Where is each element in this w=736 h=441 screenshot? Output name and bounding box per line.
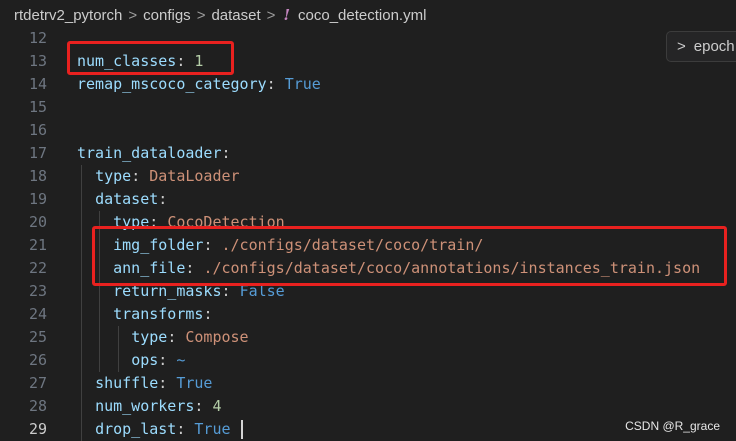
- breadcrumb: rtdetrv2_pytorch > configs > dataset > !…: [0, 0, 736, 30]
- code-token: transforms: [113, 305, 204, 323]
- code-text: shuffle: True: [77, 372, 212, 395]
- code-token: :: [158, 374, 177, 392]
- code-token: dataset: [95, 190, 159, 208]
- code-line[interactable]: 14 remap_mscoco_category: True: [0, 73, 736, 96]
- code-line[interactable]: 16: [0, 119, 736, 142]
- code-token: :: [203, 305, 213, 323]
- code-token: Compose: [185, 328, 249, 346]
- code-token: True: [176, 374, 213, 392]
- line-number: 25: [28, 328, 47, 346]
- indent-guide: [118, 326, 119, 372]
- line-number: 26: [28, 351, 47, 369]
- code-token: drop_last: [95, 420, 177, 438]
- chevron-right-icon: >: [196, 6, 206, 24]
- chevron-right-icon[interactable]: >: [677, 38, 686, 55]
- code-token: :: [158, 190, 168, 208]
- code-text: ops: ~: [77, 349, 185, 372]
- line-number: 15: [28, 98, 47, 116]
- code-text: dataset:: [77, 188, 167, 211]
- sticky-scroll-label: epoch: [693, 38, 735, 55]
- line-number: 21: [28, 236, 47, 254]
- code-text: remap_mscoco_category: True: [77, 73, 321, 96]
- line-number: 23: [28, 282, 47, 300]
- code-token: :: [158, 351, 177, 369]
- code-line[interactable]: 26 ops: ~: [0, 349, 736, 372]
- code-token: :: [266, 75, 285, 93]
- highlight-box-num-classes: [67, 41, 234, 75]
- code-text: type: Compose: [77, 326, 249, 349]
- code-editor[interactable]: 12 13 num_classes: 1 14 remap_mscoco_categor…: [0, 27, 736, 441]
- line-number: 16: [28, 121, 47, 139]
- line-number: 14: [28, 75, 47, 93]
- code-token: :: [131, 167, 150, 185]
- code-token: remap_mscoco_category: [77, 75, 267, 93]
- code-token: :: [221, 144, 231, 162]
- code-token: :: [194, 397, 213, 415]
- code-line[interactable]: 17 train_dataloader:: [0, 142, 736, 165]
- line-number: 12: [28, 29, 47, 47]
- code-text: num_workers: 4: [77, 395, 222, 418]
- indent-guide: [81, 165, 82, 441]
- code-line[interactable]: 24 transforms:: [0, 303, 736, 326]
- code-line[interactable]: 15: [0, 96, 736, 119]
- code-line[interactable]: 19 dataset:: [0, 188, 736, 211]
- line-number: 13: [28, 52, 47, 70]
- line-number: 19: [28, 190, 47, 208]
- code-text: drop_last: True: [77, 418, 231, 441]
- code-token: shuffle: [95, 374, 159, 392]
- line-number: 18: [28, 167, 47, 185]
- line-number: 20: [28, 213, 47, 231]
- breadcrumb-item-root[interactable]: rtdetrv2_pytorch: [14, 7, 122, 24]
- code-token: :: [167, 328, 186, 346]
- code-token: True: [284, 75, 321, 93]
- breadcrumb-item-dataset[interactable]: dataset: [211, 7, 260, 24]
- chevron-right-icon: >: [266, 6, 276, 24]
- breadcrumb-item-configs[interactable]: configs: [143, 7, 191, 24]
- code-line[interactable]: 28 num_workers: 4: [0, 395, 736, 418]
- highlight-box-paths: [92, 226, 727, 286]
- line-number: 22: [28, 259, 47, 277]
- line-number: 17: [28, 144, 47, 162]
- code-token: train_dataloader: [77, 144, 222, 162]
- code-line[interactable]: 27 shuffle: True: [0, 372, 736, 395]
- line-number: 28: [28, 397, 47, 415]
- line-number: 27: [28, 374, 47, 392]
- line-number: 24: [28, 305, 47, 323]
- code-token: ~: [176, 351, 186, 369]
- watermark: CSDN @R_grace: [625, 419, 720, 433]
- code-token: ops: [131, 351, 159, 369]
- chevron-right-icon: >: [128, 6, 138, 24]
- code-line[interactable]: 18 type: DataLoader: [0, 165, 736, 188]
- code-text: type: DataLoader: [77, 165, 240, 188]
- text-cursor: [241, 420, 243, 439]
- yaml-file-icon: !: [283, 6, 291, 24]
- code-token: DataLoader: [149, 167, 240, 185]
- code-token: type: [95, 167, 132, 185]
- code-token: num_workers: [95, 397, 195, 415]
- code-token: True: [194, 420, 231, 438]
- code-token: 4: [212, 397, 222, 415]
- code-text: transforms:: [77, 303, 212, 326]
- code-line[interactable]: 25 type: Compose: [0, 326, 736, 349]
- sticky-scroll-widget[interactable]: > epoch: [666, 31, 736, 62]
- code-token: type: [131, 328, 168, 346]
- line-number: 29: [28, 420, 47, 438]
- code-text: train_dataloader:: [77, 142, 231, 165]
- code-token: :: [176, 420, 195, 438]
- breadcrumb-item-file[interactable]: coco_detection.yml: [298, 7, 426, 24]
